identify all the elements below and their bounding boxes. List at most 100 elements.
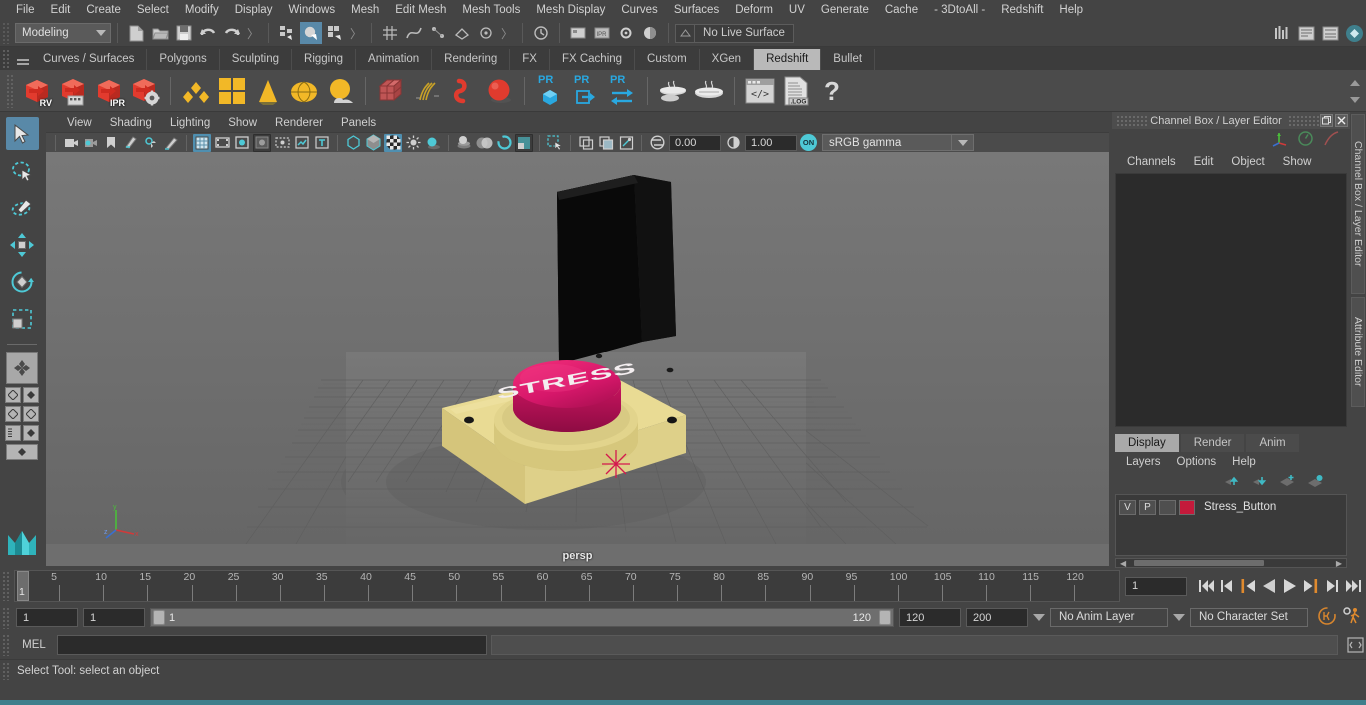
step-forward-key-icon[interactable] (1323, 576, 1341, 596)
film-gate-icon[interactable] (213, 134, 231, 152)
film-gate-dotted-icon[interactable] (273, 134, 291, 152)
channel-box-menu-show[interactable]: Show (1274, 152, 1321, 172)
redshift-dome-light-button[interactable] (286, 73, 322, 109)
menu-3dtoall[interactable]: - 3DtoAll - (926, 0, 993, 20)
lasso-select-tool-button[interactable] (6, 154, 39, 187)
menu-file[interactable]: File (8, 0, 43, 20)
scroll-down-icon[interactable] (1350, 96, 1360, 103)
menu-cache[interactable]: Cache (877, 0, 926, 20)
menu-windows[interactable]: Windows (280, 0, 343, 20)
menu-mesh[interactable]: Mesh (343, 0, 387, 20)
menu-curves[interactable]: Curves (613, 0, 665, 20)
xray-active-components-icon[interactable] (617, 134, 635, 152)
viewport-menu-show[interactable]: Show (219, 114, 266, 132)
menu-mesh-display[interactable]: Mesh Display (528, 0, 613, 20)
select-camera-icon[interactable] (62, 134, 80, 152)
viewport-menu-shading[interactable]: Shading (101, 114, 161, 132)
show-text-icon[interactable] (313, 134, 331, 152)
shelf-tab-curves-surfaces[interactable]: Curves / Surfaces (31, 49, 148, 70)
menu-edit[interactable]: Edit (43, 0, 79, 20)
anim-layer-chevron-down-icon[interactable] (1033, 614, 1045, 621)
menu-help[interactable]: Help (1051, 0, 1091, 20)
command-output-field[interactable] (491, 635, 1338, 655)
shelf-tab-redshift[interactable]: Redshift (754, 49, 822, 70)
camera-attributes-icon[interactable] (82, 134, 100, 152)
viewport-menu-renderer[interactable]: Renderer (266, 114, 332, 132)
shelf-tab-rigging[interactable]: Rigging (292, 49, 357, 70)
gamma-value-field[interactable] (745, 134, 797, 151)
textured-shading-icon[interactable] (384, 133, 402, 152)
viewport-menu-lighting[interactable]: Lighting (161, 114, 219, 132)
shelf-grip[interactable] (2, 48, 11, 69)
redshift-script-editor-button[interactable]: </> (742, 73, 778, 109)
render-current-frame-icon[interactable] (567, 22, 589, 44)
redshift-pr-export-button[interactable]: PR (568, 73, 604, 109)
script-editor-icon[interactable] (1344, 634, 1366, 656)
layer-tab-display[interactable]: Display (1115, 434, 1179, 452)
status-line-grip[interactable] (2, 22, 11, 44)
redshift-pr-transfer-button[interactable]: PR (604, 73, 640, 109)
show-grid-icon[interactable] (193, 133, 211, 152)
paint-select-tool-button[interactable] (6, 191, 39, 224)
construction-history-icon[interactable] (530, 22, 552, 44)
scale-tool-button[interactable] (6, 302, 39, 335)
scroll-left-icon[interactable]: ◀ (1120, 559, 1126, 568)
menu-uv[interactable]: UV (781, 0, 813, 20)
select-by-component-icon[interactable] (324, 22, 346, 44)
create-layer-from-selected-icon[interactable] (1307, 474, 1324, 491)
playback-end-time-field[interactable] (899, 608, 961, 627)
command-language-label[interactable]: MEL (15, 639, 53, 651)
menu-surfaces[interactable]: Surfaces (666, 0, 727, 20)
redshift-light-cone-button[interactable] (250, 73, 286, 109)
menu-create[interactable]: Create (78, 0, 129, 20)
snap-projected-center-icon[interactable] (475, 22, 497, 44)
save-scene-icon[interactable] (173, 22, 195, 44)
layer-shading-toggle[interactable] (1159, 499, 1176, 515)
shelf-menu-icon[interactable] (15, 50, 31, 70)
command-input-field[interactable] (57, 635, 487, 655)
snap-curve-icon[interactable] (403, 22, 425, 44)
range-slider-track[interactable]: 1 120 (150, 608, 894, 627)
gate-mask-icon[interactable] (253, 133, 271, 152)
scrollbar-thumb[interactable] (1134, 560, 1264, 566)
use-all-lights-icon[interactable] (404, 134, 422, 152)
select-by-object-icon[interactable] (300, 22, 323, 44)
layer-menu-layers[interactable]: Layers (1118, 453, 1169, 471)
redo-icon[interactable] (221, 22, 243, 44)
grease-pencil-icon[interactable] (162, 134, 180, 152)
exposure-icon[interactable] (293, 134, 311, 152)
wireframe-shading-icon[interactable] (344, 134, 362, 152)
redshift-pr-cube-button[interactable]: PR (532, 73, 568, 109)
redshift-material-slots-button[interactable] (214, 73, 250, 109)
auto-keyframe-toggle-icon[interactable] (1317, 606, 1337, 629)
range-start-handle[interactable] (153, 610, 165, 625)
menu-display[interactable]: Display (227, 0, 281, 20)
last-tool-used-button[interactable] (6, 352, 38, 384)
shelf-tab-animation[interactable]: Animation (356, 49, 433, 70)
snap-grid-icon[interactable] (379, 22, 401, 44)
shelf-tab-sculpting[interactable]: Sculpting (219, 49, 293, 70)
shelf-tab-custom[interactable]: Custom (635, 49, 700, 70)
layer-menu-options[interactable]: Options (1169, 453, 1225, 471)
panel-undock-button[interactable] (1320, 114, 1333, 127)
redshift-curve-button[interactable] (445, 73, 481, 109)
snap-view-plane-icon[interactable] (451, 22, 473, 44)
show-modeling-toolkit-icon[interactable] (1271, 22, 1293, 44)
layer-horizontal-scrollbar[interactable]: ◀ ▶ (1115, 558, 1347, 568)
shelf-tab-rendering[interactable]: Rendering (432, 49, 511, 70)
redshift-hair-button[interactable] (409, 73, 445, 109)
move-layer-up-icon[interactable] (1223, 474, 1240, 491)
current-frame-field[interactable] (1125, 576, 1187, 596)
smooth-shade-all-icon[interactable] (364, 134, 382, 152)
live-surface-toggle[interactable] (675, 23, 696, 43)
perspective-viewport[interactable]: STRESS y x z persp (46, 152, 1109, 566)
manipulator-axis-icon[interactable] (1271, 130, 1288, 150)
display-layers-list[interactable]: V P Stress_Button (1115, 494, 1347, 556)
shelf-scroll-arrows[interactable] (1348, 74, 1362, 108)
move-layer-down-icon[interactable] (1251, 474, 1268, 491)
scroll-right-icon[interactable]: ▶ (1336, 559, 1342, 568)
exposure-value-field[interactable] (669, 134, 721, 151)
select-by-hierarchy-icon[interactable] (276, 22, 298, 44)
hypershade-persp-layout-button[interactable] (6, 444, 38, 460)
xray-icon[interactable] (577, 134, 595, 152)
